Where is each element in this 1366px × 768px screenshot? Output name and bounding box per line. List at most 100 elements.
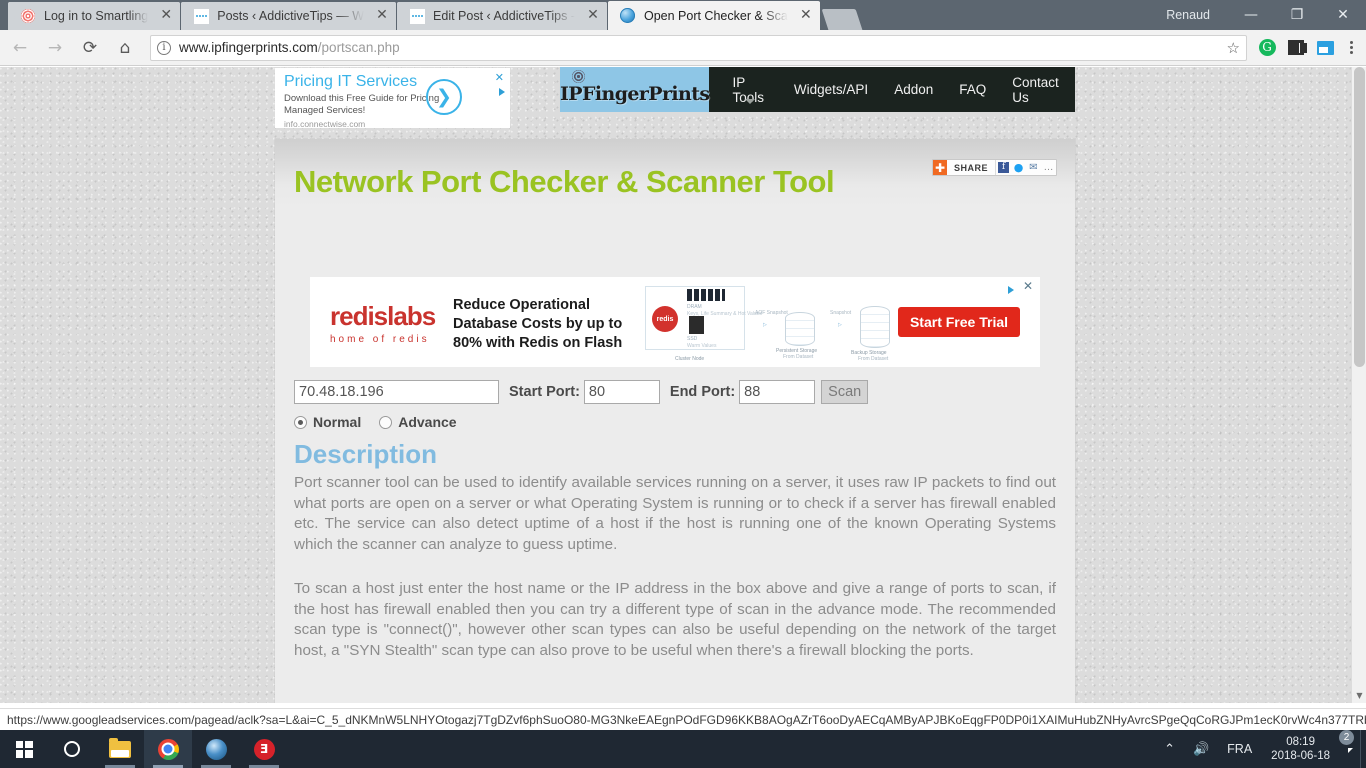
chrome-button[interactable] (144, 730, 192, 768)
facebook-glyph: f (998, 162, 1009, 173)
nav-item-contact-us[interactable]: Contact Us (999, 67, 1075, 112)
start-free-trial-button[interactable]: Start Free Trial (898, 307, 1020, 337)
nav-item-widgets-api[interactable]: Widgets/API (781, 67, 881, 112)
share-plus-icon[interactable]: ✚ (932, 160, 947, 175)
page-title: Network Port Checker & Scanner Tool (294, 164, 835, 199)
tray-chevron-up-icon[interactable]: ⌃ (1155, 742, 1184, 757)
tab-title: Posts ‹ AddictiveTips — W (217, 9, 365, 23)
flow-arrow-icon: ▷ (763, 322, 767, 328)
end-port-input[interactable] (739, 380, 816, 404)
window-close-button[interactable]: ✕ (1320, 0, 1366, 30)
more-icon[interactable]: … (1041, 160, 1056, 175)
bookmark-star-icon[interactable]: ☆ (1227, 39, 1240, 57)
status-url: https://www.googleadservices.com/pagead/… (7, 712, 1366, 727)
nav-label: FAQ (959, 82, 987, 97)
scan-button[interactable]: Scan (821, 380, 869, 404)
file-explorer-button[interactable] (96, 730, 144, 768)
tab-close-icon[interactable]: ✕ (798, 7, 814, 24)
site-info-icon[interactable]: i (157, 40, 171, 55)
radio-advance[interactable] (379, 415, 393, 429)
start-button[interactable] (0, 730, 48, 768)
radio-normal[interactable] (294, 415, 307, 429)
tab-close-icon[interactable]: ✕ (158, 8, 174, 24)
browser-tab-1[interactable]: Posts ‹ AddictiveTips — W ✕ (181, 2, 397, 30)
radio-normal-label: Normal (313, 414, 362, 430)
cortana-button[interactable] (48, 730, 96, 768)
top-ad-arrow-icon[interactable]: ❯ (426, 79, 462, 115)
grammarly-icon[interactable]: G (1254, 35, 1280, 61)
ssd-label: SSD (687, 336, 698, 342)
scroll-down-icon[interactable]: ▼ (1352, 688, 1366, 703)
redis-ad-close-icon[interactable]: ✕ (1023, 279, 1033, 293)
wordpress-icon (193, 8, 209, 24)
folder-icon (109, 737, 131, 758)
new-tab-button[interactable] (821, 9, 863, 30)
language-indicator[interactable]: FRA (1218, 742, 1261, 756)
adchoices-icon[interactable] (499, 87, 505, 99)
start-port-input[interactable] (583, 380, 660, 404)
twitter-icon[interactable]: ● (1011, 160, 1026, 175)
nav-label: Addon (894, 82, 934, 97)
fingerprint-icon (572, 70, 585, 83)
window-maximize-button[interactable]: ❐ (1274, 0, 1320, 30)
persistent-storage-sublabel: From Dataset (783, 354, 814, 360)
dram-label: DRAM (687, 304, 702, 310)
url-path: /portscan.php (317, 40, 400, 55)
site-header: IPFingerPrints IP Tools Widgets/API Addo… (560, 67, 1075, 112)
pocket-icon[interactable] (1283, 35, 1309, 61)
redis-banner-ad[interactable]: redislabs home of redis Reduce Operation… (310, 277, 1040, 367)
forward-icon[interactable]: → (40, 33, 70, 63)
tab-title: Open Port Checker & Sca (643, 8, 788, 23)
screenshot-icon[interactable] (1312, 35, 1338, 61)
cluster-node-label: Cluster Node (675, 356, 705, 362)
tab-close-icon[interactable]: ✕ (374, 8, 390, 24)
ssd-sublabel: Warm Values (687, 343, 717, 349)
nav-item-addon[interactable]: Addon (881, 67, 946, 112)
top-banner-ad[interactable]: Pricing IT Services Download this Free G… (275, 68, 510, 128)
home-icon[interactable]: ⌂ (110, 33, 140, 63)
address-bar[interactable]: i www.ipfingerprints.com /portscan.php ☆ (150, 34, 1247, 61)
site-navigation: IP Tools Widgets/API Addon FAQ Contact U… (709, 67, 1075, 112)
status-bar: https://www.googleadservices.com/pagead/… (0, 708, 1366, 730)
clock-time: 08:19 (1286, 736, 1315, 748)
show-desktop-button[interactable] (1360, 730, 1366, 768)
url-host: www.ipfingerprints.com (179, 40, 318, 55)
clock[interactable]: 08:19 2018-06-18 (1261, 735, 1340, 763)
tab-close-icon[interactable]: ✕ (585, 8, 601, 24)
nav-item-faq[interactable]: FAQ (946, 67, 999, 112)
scrollbar-thumb[interactable] (1354, 67, 1365, 367)
browser-tab-3[interactable]: Open Port Checker & Sca ✕ (607, 1, 820, 30)
browser-tab-0[interactable]: Log in to Smartling ✕ (8, 2, 181, 30)
nav-label: Contact Us (1012, 74, 1059, 105)
page-scrollbar[interactable]: ▲ ▼ (1351, 67, 1366, 703)
nav-item-ip-tools[interactable]: IP Tools (719, 67, 780, 112)
adchoices-icon[interactable] (1008, 281, 1014, 299)
email-icon[interactable]: ✉ (1026, 160, 1041, 175)
host-input[interactable] (294, 380, 499, 404)
browser-toolbar: ← → ⟳ ⌂ i www.ipfingerprints.com /portsc… (0, 30, 1366, 66)
site-logo[interactable]: IPFingerPrints (560, 67, 710, 112)
window-minimize-button[interactable]: — (1228, 0, 1274, 30)
window-user-label[interactable]: Renaud (1166, 8, 1210, 22)
thunderbird-button[interactable] (192, 730, 240, 768)
flow-arrow-icon: ▷ (838, 322, 842, 328)
expressvpn-icon: Ǝ (253, 738, 275, 760)
facebook-icon[interactable]: f (996, 160, 1011, 175)
top-ad-url: info.connectwise.com (284, 119, 366, 128)
radio-advance-label: Advance (398, 414, 457, 430)
redis-ad-copy: Reduce Operational Database Costs by up … (453, 297, 623, 351)
nav-label: Widgets/API (793, 82, 869, 97)
share-widget[interactable]: ✚ SHARE f ● ✉ … (931, 159, 1057, 176)
description-paragraph-1: Port scanner tool can be used to identif… (294, 474, 1056, 553)
expressvpn-button[interactable]: Ǝ (240, 730, 288, 768)
chrome-icon (157, 738, 179, 760)
volume-icon[interactable]: 🔊 (1184, 742, 1218, 757)
back-icon[interactable]: ← (5, 33, 35, 63)
chrome-menu-icon[interactable] (1340, 35, 1362, 61)
top-ad-headline: Pricing IT Services (284, 73, 418, 90)
window-controls: Renaud — ❐ ✕ (1166, 0, 1366, 30)
top-ad-close-icon[interactable]: ✕ (495, 71, 504, 84)
browser-tab-2[interactable]: Edit Post ‹ AddictiveTips - ✕ (397, 2, 607, 30)
snapshot-label: Snapshot (830, 310, 852, 316)
reload-icon[interactable]: ⟳ (75, 33, 105, 63)
